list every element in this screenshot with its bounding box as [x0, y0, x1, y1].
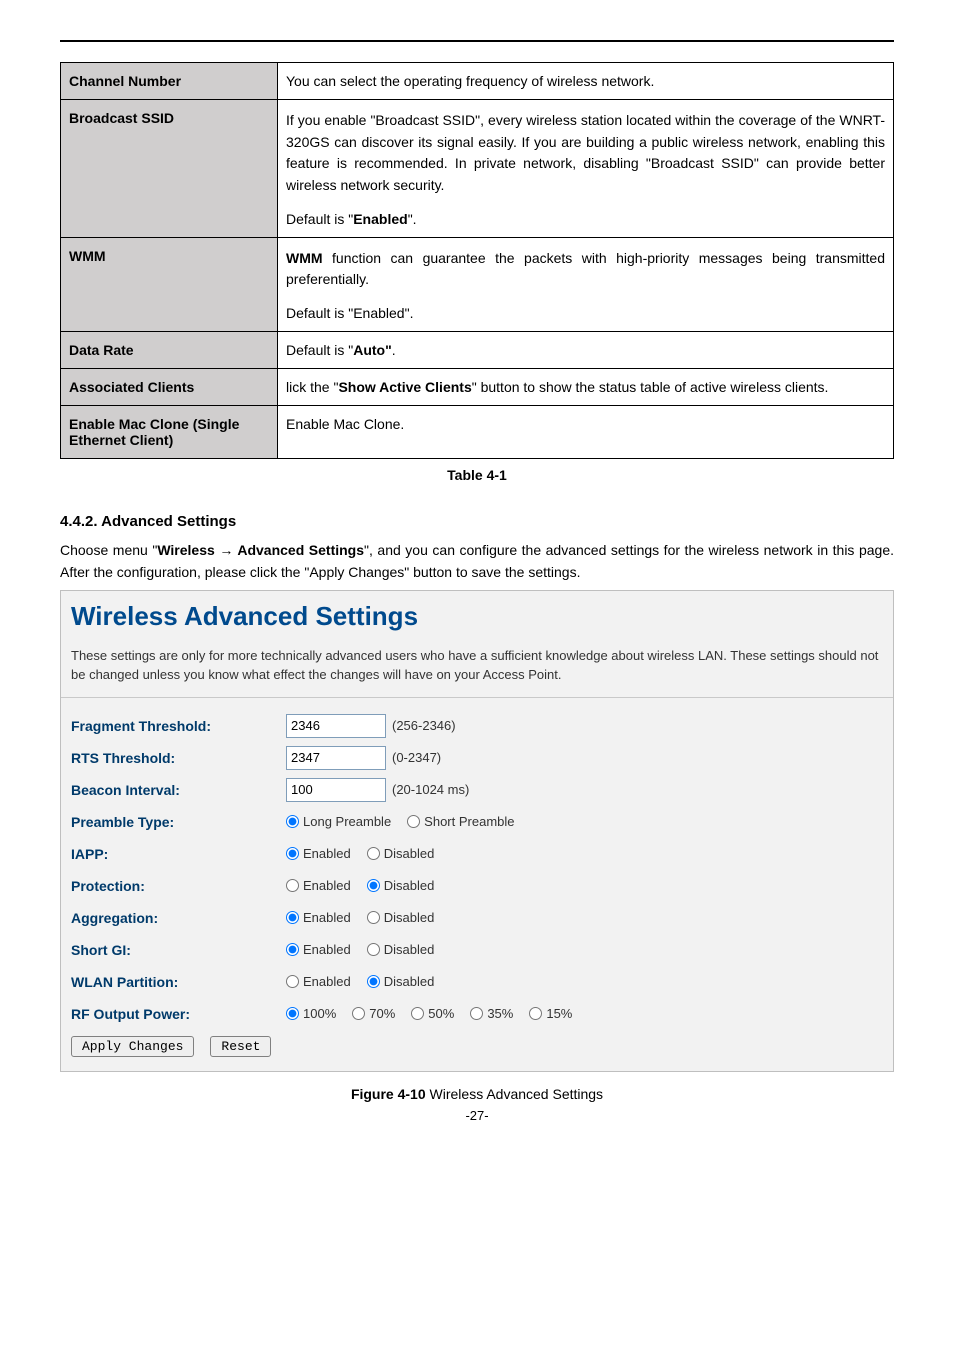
row-channel-desc: You can select the operating frequency o… [278, 63, 894, 100]
panel-divider [61, 697, 893, 698]
iapp-disabled-radio[interactable]: Disabled [367, 846, 435, 861]
rts-hint: (0-2347) [392, 750, 441, 765]
row-broadcast-desc: If you enable "Broadcast SSID", every wi… [278, 100, 894, 238]
wlanpart-label: WLAN Partition: [71, 974, 286, 990]
row-macclone-label: Enable Mac Clone (Single Ethernet Client… [61, 406, 278, 459]
iapp-label: IAPP: [71, 846, 286, 862]
row-wmm-default: Default is "Enabled". [286, 305, 885, 321]
shortgi-disabled-radio[interactable]: Disabled [367, 942, 435, 957]
section-heading: 4.4.2. Advanced Settings [60, 513, 894, 530]
row-wmm-label: WMM [61, 237, 278, 331]
preamble-short-radio[interactable]: Short Preamble [407, 814, 514, 829]
iapp-enabled-radio[interactable]: Enabled [286, 846, 351, 861]
apply-changes-button[interactable]: Apply Changes [71, 1036, 194, 1057]
rts-label: RTS Threshold: [71, 750, 286, 766]
row-wmm-desc-text: WMM function can guarantee the packets w… [286, 248, 885, 291]
row-broadcast-desc-text: If you enable "Broadcast SSID", every wi… [286, 110, 885, 197]
row-clients-desc: lick the "Show Active Clients" button to… [278, 369, 894, 406]
rfpower-35-radio[interactable]: 35% [470, 1006, 513, 1021]
row-broadcast-label: Broadcast SSID [61, 100, 278, 238]
rfpower-15-radio[interactable]: 15% [529, 1006, 572, 1021]
row-datarate-desc: Default is "Auto". [278, 332, 894, 369]
protection-disabled-radio[interactable]: Disabled [367, 878, 435, 893]
fragment-hint: (256-2346) [392, 718, 456, 733]
row-channel-label: Channel Number [61, 63, 278, 100]
rfpower-70-radio[interactable]: 70% [352, 1006, 395, 1021]
table-caption: Table 4-1 [60, 467, 894, 483]
figure-caption: Figure 4-10 Wireless Advanced Settings [60, 1086, 894, 1102]
preamble-label: Preamble Type: [71, 814, 286, 830]
beacon-input[interactable] [286, 778, 386, 802]
row-macclone-desc: Enable Mac Clone. [278, 406, 894, 459]
row-datarate-label: Data Rate [61, 332, 278, 369]
wlanpart-enabled-radio[interactable]: Enabled [286, 974, 351, 989]
parameter-table: Channel Number You can select the operat… [60, 62, 894, 459]
aggregation-disabled-radio[interactable]: Disabled [367, 910, 435, 925]
rts-input[interactable] [286, 746, 386, 770]
section-body: Choose menu "Wireless → Advanced Setting… [60, 540, 894, 583]
preamble-long-radio[interactable]: Long Preamble [286, 814, 391, 829]
wlanpart-disabled-radio[interactable]: Disabled [367, 974, 435, 989]
fragment-label: Fragment Threshold: [71, 718, 286, 734]
row-wmm-desc: WMM function can guarantee the packets w… [278, 237, 894, 331]
rfpower-50-radio[interactable]: 50% [411, 1006, 454, 1021]
shortgi-label: Short GI: [71, 942, 286, 958]
panel-desc: These settings are only for more technic… [71, 646, 883, 685]
protection-label: Protection: [71, 878, 286, 894]
row-broadcast-default: Default is "Enabled". [286, 211, 885, 227]
fragment-input[interactable] [286, 714, 386, 738]
settings-panel: Wireless Advanced Settings These setting… [60, 590, 894, 1072]
beacon-hint: (20-1024 ms) [392, 782, 469, 797]
panel-title: Wireless Advanced Settings [71, 601, 883, 632]
aggregation-label: Aggregation: [71, 910, 286, 926]
rfpower-100-radio[interactable]: 100% [286, 1006, 336, 1021]
rfpower-label: RF Output Power: [71, 1006, 286, 1022]
row-clients-label: Associated Clients [61, 369, 278, 406]
beacon-label: Beacon Interval: [71, 782, 286, 798]
aggregation-enabled-radio[interactable]: Enabled [286, 910, 351, 925]
shortgi-enabled-radio[interactable]: Enabled [286, 942, 351, 957]
reset-button[interactable]: Reset [210, 1036, 271, 1057]
protection-enabled-radio[interactable]: Enabled [286, 878, 351, 893]
page-number: -27- [60, 1108, 894, 1123]
